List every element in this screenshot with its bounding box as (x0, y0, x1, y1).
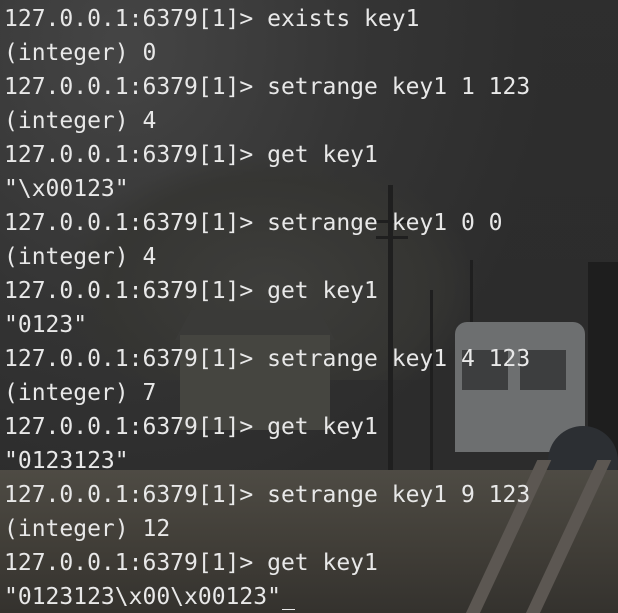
prompt-line: 127.0.0.1:6379[1]> setrange key1 4 123 (4, 346, 531, 372)
output-line: (integer) 0 (4, 40, 157, 66)
output-line: (integer) 4 (4, 244, 157, 270)
output-line: (integer) 7 (4, 380, 157, 406)
output-line: "0123123" (4, 448, 129, 474)
output-line: "\x00123" (4, 176, 129, 202)
output-line: (integer) 4 (4, 108, 157, 134)
prompt-line: 127.0.0.1:6379[1]> get key1 (4, 414, 378, 440)
output-line-text: "0123123\x00\x00123" (4, 584, 281, 610)
prompt-line: 127.0.0.1:6379[1]> exists key1 (4, 6, 420, 32)
terminal-window[interactable]: 127.0.0.1:6379[1]> exists key1 (integer)… (0, 0, 618, 613)
terminal-output: 127.0.0.1:6379[1]> exists key1 (integer)… (4, 2, 530, 613)
text-cursor (281, 583, 295, 610)
output-line: (integer) 12 (4, 516, 171, 542)
prompt-line: 127.0.0.1:6379[1]> setrange key1 1 123 (4, 74, 531, 100)
background-signal-post (588, 262, 618, 462)
prompt-line: 127.0.0.1:6379[1]> setrange key1 0 0 (4, 210, 503, 236)
prompt-line: 127.0.0.1:6379[1]> get key1 (4, 550, 378, 576)
output-line-last: "0123123\x00\x00123" (4, 580, 530, 613)
output-line: "0123" (4, 312, 88, 338)
background-rail (522, 460, 612, 613)
prompt-line: 127.0.0.1:6379[1]> get key1 (4, 142, 378, 168)
prompt-line: 127.0.0.1:6379[1]> setrange key1 9 123 (4, 482, 531, 508)
background-signal-disc (548, 426, 618, 496)
prompt-line: 127.0.0.1:6379[1]> get key1 (4, 278, 378, 304)
